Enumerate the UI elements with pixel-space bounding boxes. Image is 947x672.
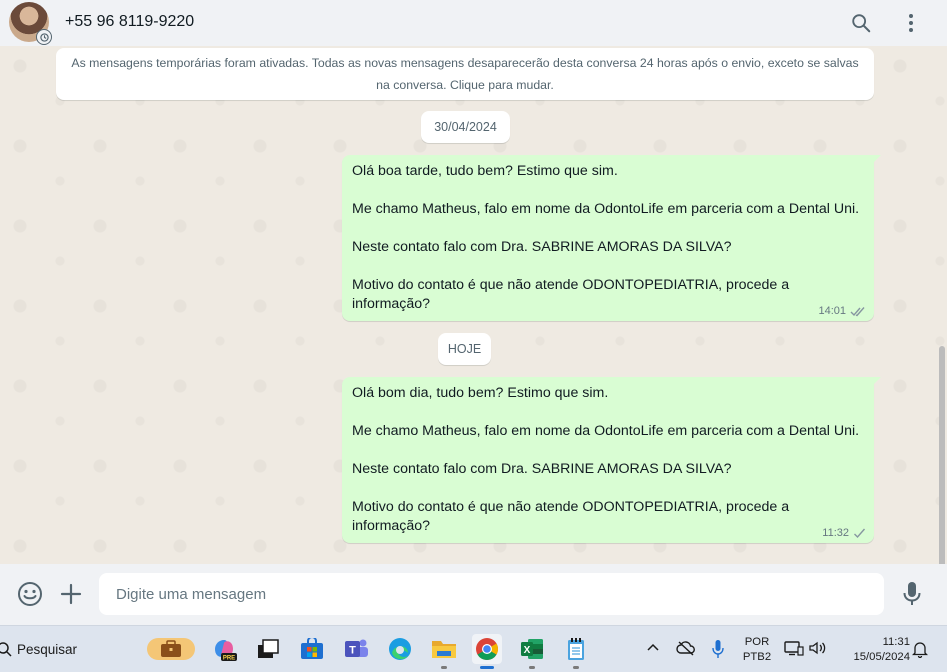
cloud-offline-icon[interactable] [676, 640, 696, 656]
microphone-icon[interactable] [898, 580, 926, 608]
message-meta: 14:01 [818, 305, 866, 317]
taskbar-search-label[interactable]: Pesquisar [17, 642, 77, 657]
message-line: Neste contato falo com Dra. SABRINE AMOR… [352, 239, 732, 255]
widgets-briefcase-icon[interactable] [146, 634, 196, 664]
chat-scrollbar[interactable] [939, 346, 945, 564]
contact-avatar[interactable] [9, 2, 52, 45]
excel-icon[interactable]: X [517, 634, 547, 669]
active-indicator [480, 666, 494, 669]
notepad-icon[interactable] [561, 634, 591, 669]
taskbar-clock[interactable]: 11:31 15/05/2024 [838, 635, 910, 665]
message-line: Me chamo Matheus, falo em nome da Odonto… [352, 201, 860, 217]
svg-text:T: T [349, 645, 356, 657]
microsoft-store-icon[interactable] [297, 634, 327, 664]
message-line: Olá bom dia, tudo bem? Estimo que sim. [352, 385, 609, 401]
attach-plus-icon[interactable] [57, 580, 85, 608]
disappearing-messages-notice[interactable]: As mensagens temporárias foram ativadas.… [56, 48, 874, 100]
emoji-icon[interactable] [16, 580, 44, 608]
language-indicator[interactable]: POR PTB2 [740, 635, 774, 665]
running-indicator [529, 666, 535, 669]
message-line: Neste contato falo com Dra. SABRINE AMOR… [352, 461, 732, 477]
message-line: Olá boa tarde, tudo bem? Estimo que sim. [352, 163, 618, 179]
taskbar-search-icon[interactable] [0, 641, 12, 662]
disappearing-timer-icon [36, 29, 52, 45]
compose-bar [0, 564, 947, 625]
microphone-tray-icon[interactable] [711, 639, 725, 659]
chrome-icon[interactable] [472, 634, 502, 669]
keyboard-layout: PTB2 [742, 651, 772, 663]
search-icon[interactable] [849, 11, 873, 35]
clock-date: 15/05/2024 [853, 651, 910, 663]
volume-icon[interactable] [808, 640, 826, 656]
network-icon[interactable] [784, 640, 804, 656]
running-indicator [441, 666, 447, 669]
chevron-up-icon[interactable] [646, 642, 660, 652]
language-code: POR [744, 636, 770, 648]
teams-icon[interactable]: T [341, 634, 371, 664]
svg-text:PRE: PRE [223, 656, 235, 662]
message-line: Motivo do contato é que não atende ODONT… [352, 499, 790, 534]
message-input[interactable] [99, 573, 884, 615]
outgoing-message[interactable]: Olá boa tarde, tudo bem? Estimo que sim.… [342, 155, 881, 321]
double-check-icon [850, 306, 865, 316]
date-chip: HOJE [438, 333, 491, 365]
outgoing-message[interactable]: Olá bom dia, tudo bem? Estimo que sim. M… [342, 377, 881, 543]
windows-taskbar: Pesquisar PRE T X POR PTB2 11:31 15/05/2… [0, 625, 947, 672]
message-time: 11:32 [822, 527, 849, 539]
svg-text:X: X [524, 645, 531, 656]
chat-header: +55 96 8119-9220 [0, 0, 947, 46]
message-line: Me chamo Matheus, falo em nome da Odonto… [352, 423, 860, 439]
copilot-icon[interactable]: PRE [209, 634, 239, 664]
chat-messages-area: As mensagens temporárias foram ativadas.… [0, 46, 947, 564]
clock-time: 11:31 [882, 636, 910, 648]
edge-browser-icon[interactable] [385, 634, 415, 664]
running-indicator [573, 666, 579, 669]
task-view-icon[interactable] [253, 634, 283, 664]
notification-bell-icon[interactable] [912, 640, 928, 658]
single-check-icon [854, 528, 866, 538]
date-chip: 30/04/2024 [421, 111, 510, 143]
message-line: Motivo do contato é que não atende ODONT… [352, 277, 790, 312]
message-meta: 11:32 [822, 527, 866, 539]
message-time: 14:01 [818, 305, 846, 317]
kebab-menu-icon[interactable] [899, 11, 923, 35]
contact-name[interactable]: +55 96 8119-9220 [65, 13, 194, 31]
file-explorer-icon[interactable] [429, 634, 459, 669]
